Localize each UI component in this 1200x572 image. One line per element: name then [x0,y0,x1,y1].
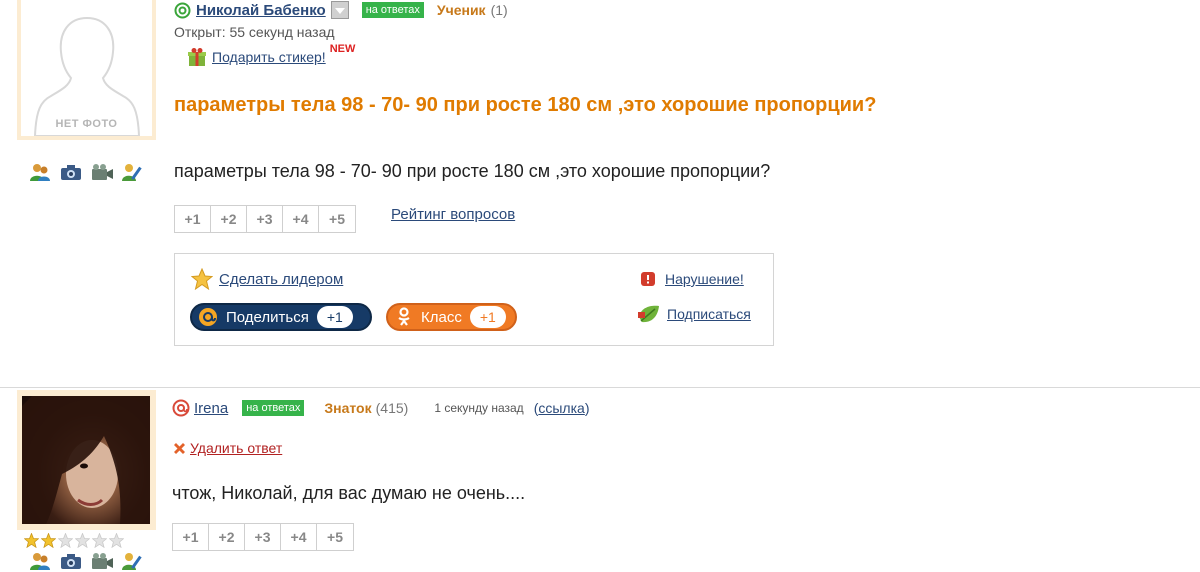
share-label: Поделиться [226,308,309,326]
rate-plus-5-button[interactable]: +5 [317,524,353,550]
section-divider [0,387,1200,388]
answer-author-photo [22,396,150,524]
question-author-avatar[interactable]: НЕТ ФОТО [17,0,156,140]
answer-author-avatar[interactable] [17,390,156,530]
share-count: +1 [316,306,353,328]
class-button[interactable]: Класс +1 [386,303,517,331]
question-author-name[interactable]: Николай Бабенко [196,2,326,19]
answer-author-line: Irena на ответах Знаток (415) 1 секунду … [172,398,589,418]
rate-plus-1-button[interactable]: +1 [173,524,209,550]
delete-answer-row: Удалить ответ [172,440,282,456]
question-actions-box: Сделать лидером Нарушение! Подписаться П… [174,253,774,346]
question-rating-buttons: +1 +2 +3 +4 +5 [174,205,356,233]
class-label: Класс [421,308,462,326]
question-author-icons [28,162,145,182]
gift-sticker-row: Подарить стикер! NEW [186,43,355,67]
class-count: +1 [469,306,506,328]
subscribe-link[interactable]: Подписаться [667,306,751,322]
mail-agent-status-icon [174,2,191,18]
rating-star-filled-icon [41,533,56,548]
author-rank: Знаток [324,400,372,416]
gift-sticker-link[interactable]: Подарить стикер! [212,49,326,65]
question-author-line: Николай Бабенко на ответах Ученик (1) [174,0,508,20]
answer-time: 1 секунду назад [434,401,524,415]
answer-body: чтож, Николай, для вас думаю не очень...… [172,483,526,503]
paren-close: ) [584,400,590,416]
rating-star-empty-icon [92,533,107,548]
video-camera-icon[interactable] [90,551,114,571]
question-body: параметры тела 98 - 70- 90 при росте 180… [174,161,771,181]
subscribe-row: Подписаться [637,303,751,325]
star-icon [191,268,213,290]
author-points: (1) [490,2,508,18]
subscribe-leaf-icon [638,305,659,323]
mail-at-icon [199,308,217,326]
author-rank: Ученик [436,2,486,18]
answer-author-icons [28,551,145,571]
odnoklassniki-icon [398,307,410,326]
mail-at-icon [172,399,190,417]
make-leader-row: Сделать лидером [191,268,343,290]
rate-plus-3-button[interactable]: +3 [247,206,283,232]
report-row: Нарушение! [640,271,744,287]
no-photo-label: НЕТ ФОТО [55,118,118,130]
blog-writing-icon[interactable] [121,551,145,571]
blog-writing-icon[interactable] [121,162,145,182]
rate-plus-3-button[interactable]: +3 [245,524,281,550]
question-opened-time: Открыт: 55 секунд назад [174,24,335,40]
on-answers-badge: на ответах [361,2,424,18]
no-photo-silhouette-icon [33,16,141,136]
photo-camera-icon[interactable] [59,551,83,571]
rate-plus-2-button[interactable]: +2 [211,206,247,232]
rating-star-filled-icon [24,533,39,548]
gift-icon [188,48,206,66]
answer-link-wrapper: (ссылка) [534,400,590,416]
rate-plus-1-button[interactable]: +1 [175,206,211,232]
author-menu-dropdown-icon[interactable] [330,1,349,19]
make-leader-link[interactable]: Сделать лидером [219,271,343,288]
rate-plus-5-button[interactable]: +5 [319,206,355,232]
rate-plus-2-button[interactable]: +2 [209,524,245,550]
rating-star-empty-icon [75,533,90,548]
friends-icon[interactable] [28,162,52,182]
photo-camera-icon[interactable] [59,162,83,182]
report-violation-link[interactable]: Нарушение! [665,271,744,287]
answer-rating-buttons: +1 +2 +3 +4 +5 [172,523,354,551]
delete-answer-link[interactable]: Удалить ответ [190,440,282,456]
delete-cross-icon [174,442,185,454]
question-title: параметры тела 98 - 70- 90 при росте 180… [174,94,877,116]
question-rating-link[interactable]: Рейтинг вопросов [391,206,515,223]
video-camera-icon[interactable] [90,162,114,182]
answer-author-name[interactable]: Irena [194,400,228,417]
new-label: NEW [329,43,356,55]
answer-permalink[interactable]: ссылка [538,400,584,416]
rating-star-empty-icon [109,533,124,548]
author-points: (415) [375,400,409,416]
warning-icon [641,272,655,286]
rating-star-empty-icon [58,533,73,548]
share-button[interactable]: Поделиться +1 [190,303,372,331]
rate-plus-4-button[interactable]: +4 [281,524,317,550]
answer-author-stars [24,533,124,548]
rate-plus-4-button[interactable]: +4 [283,206,319,232]
friends-icon[interactable] [28,551,52,571]
on-answers-badge: на ответах [242,400,305,416]
